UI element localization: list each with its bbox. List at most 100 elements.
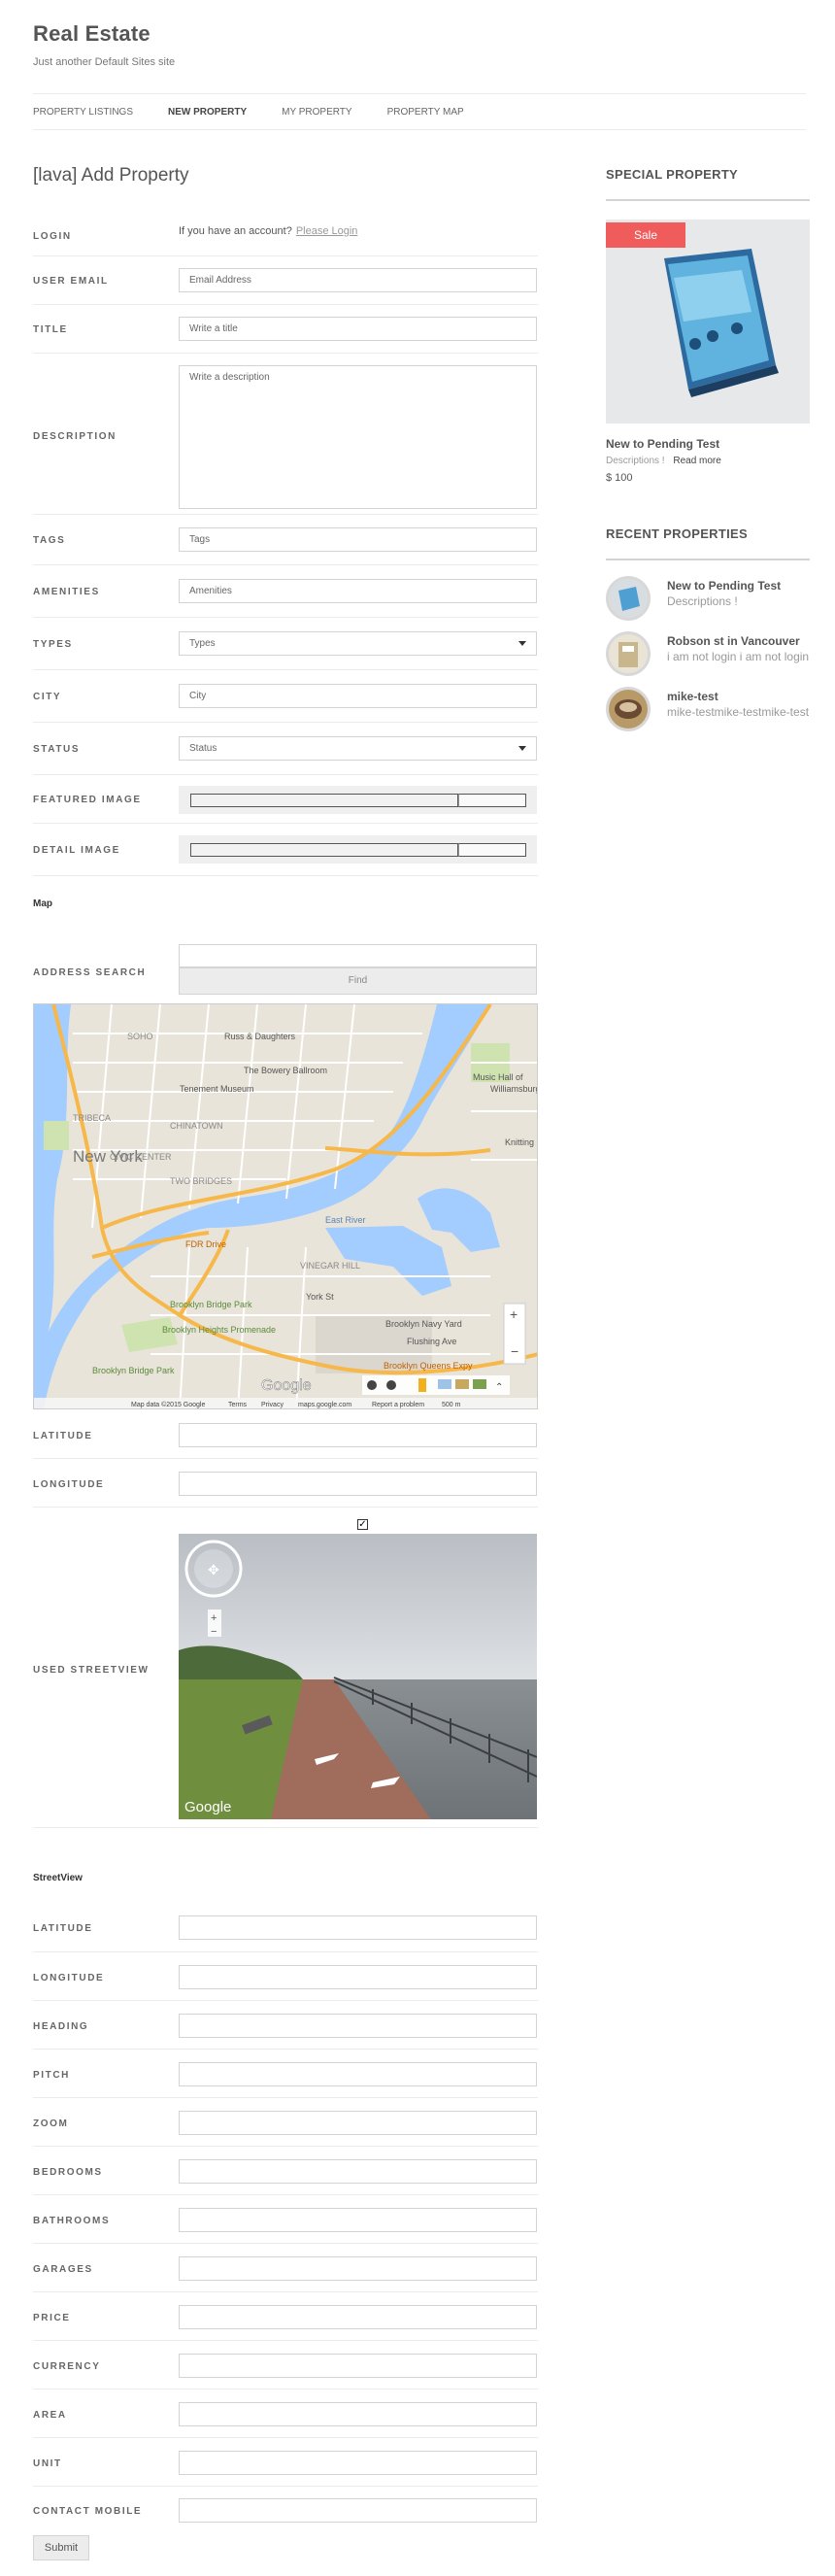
map-label-east-river: East River	[325, 1215, 366, 1225]
recent-property-title[interactable]: mike-test	[667, 690, 810, 703]
site-header: Real Estate Just another Default Sites s…	[33, 21, 806, 68]
email-field[interactable]: Email Address	[179, 268, 537, 292]
status-select[interactable]: Status	[179, 736, 537, 761]
login-link[interactable]: Please Login	[296, 225, 358, 237]
map-canvas: Russ & Daughters The Bowery Ballroom Ten…	[34, 1004, 538, 1408]
streetview-zoom-in-icon[interactable]: +	[211, 1612, 217, 1624]
nav-property-map[interactable]: PROPERTY MAP	[387, 107, 464, 118]
featured-image-browse-button[interactable]	[458, 794, 526, 807]
streetview-compass-icon[interactable]: ✥	[208, 1563, 219, 1578]
recent-property-item[interactable]: Robson st in Vancouver i am not login i …	[606, 631, 810, 678]
map-footer-report[interactable]: Report a problem	[372, 1402, 424, 1408]
contact-mobile-field[interactable]	[179, 2498, 537, 2523]
nav-property-listings[interactable]: PROPERTY LISTINGS	[33, 107, 133, 118]
map-layer-terrain-icon[interactable]	[473, 1379, 486, 1389]
garages-label: GARAGES	[33, 2264, 93, 2275]
special-property-image[interactable]	[606, 220, 810, 424]
sv-latitude-field[interactable]	[179, 1915, 537, 1940]
sale-badge: Sale	[606, 222, 685, 248]
nav-my-property[interactable]: MY PROPERTY	[282, 107, 351, 118]
bathrooms-field[interactable]	[179, 2208, 537, 2232]
main-nav: PROPERTY LISTINGS NEW PROPERTY MY PROPER…	[33, 93, 806, 130]
form-header: [lava] Add Property	[33, 165, 538, 186]
heading-label: HEADING	[33, 2021, 89, 2032]
zoom-field[interactable]	[179, 2111, 537, 2135]
map-label-brooklyn-bridge-park: Brooklyn Bridge Park	[170, 1300, 252, 1309]
map-layer-map-icon[interactable]	[438, 1379, 451, 1389]
recent-property-title[interactable]: New to Pending Test	[667, 579, 810, 593]
pitch-field[interactable]	[179, 2062, 537, 2086]
map-footer-terms[interactable]: Terms	[228, 1402, 248, 1408]
zoom-row: ZOOM	[33, 2098, 538, 2147]
login-label: LOGIN	[33, 231, 72, 242]
special-property-desc-line: Descriptions ! Read more	[606, 456, 810, 466]
detail-image-browse-button[interactable]	[458, 843, 526, 857]
recent-property-item[interactable]: New to Pending Test Descriptions !	[606, 576, 810, 623]
site-title[interactable]: Real Estate	[33, 21, 806, 47]
recent-properties-title: RECENT PROPERTIES	[606, 526, 748, 541]
sv-longitude-row: LONGITUDE	[33, 1952, 538, 2001]
price-field[interactable]	[179, 2305, 537, 2329]
map-label-tribeca: TRIBECA	[73, 1113, 111, 1123]
map-pegman-icon[interactable]	[418, 1378, 426, 1392]
map-footer-privacy[interactable]: Privacy	[261, 1402, 284, 1408]
login-text: If you have an account? Please Login	[179, 225, 358, 237]
special-property-name[interactable]: New to Pending Test	[606, 437, 810, 451]
map-zoom-in-icon[interactable]: +	[510, 1306, 518, 1322]
sv-longitude-label: LONGITUDE	[33, 1973, 105, 1983]
map-layer-satellite-icon[interactable]	[455, 1379, 469, 1389]
streetview-panorama[interactable]: ✥ + − Google	[179, 1534, 537, 1819]
used-streetview-label: USED STREETVIEW	[33, 1665, 150, 1676]
map-footer-link[interactable]: maps.google.com	[298, 1402, 351, 1408]
contact-mobile-label: CONTACT MOBILE	[33, 2506, 143, 2517]
latitude-label: LATITUDE	[33, 1431, 93, 1441]
streetview-zoom-out-icon[interactable]: −	[211, 1626, 217, 1638]
map-label-williamsburg: Williamsburg	[490, 1084, 538, 1094]
bathrooms-label: BATHROOMS	[33, 2216, 111, 2226]
pitch-row: PITCH	[33, 2050, 538, 2098]
map-help-icon[interactable]	[367, 1380, 377, 1390]
unit-field[interactable]	[179, 2451, 537, 2475]
address-search-input[interactable]	[179, 944, 537, 967]
types-select[interactable]: Types	[179, 631, 537, 656]
garages-field[interactable]	[179, 2256, 537, 2281]
heading-field[interactable]	[179, 2014, 537, 2038]
map-settings-icon[interactable]	[386, 1380, 396, 1390]
recent-property-title[interactable]: Robson st in Vancouver	[667, 634, 810, 648]
longitude-field[interactable]	[179, 1472, 537, 1496]
tags-field[interactable]: Tags	[179, 527, 537, 552]
map-zoom-out-icon[interactable]: −	[511, 1343, 518, 1359]
area-field[interactable]	[179, 2402, 537, 2426]
used-streetview-checkbox[interactable]: ✓	[357, 1519, 368, 1530]
property-map[interactable]: Russ & Daughters The Bowery Ballroom Ten…	[33, 1003, 538, 1409]
recent-property-item[interactable]: mike-test mike-testmike-testmike-test	[606, 687, 810, 733]
streetview-canvas: ✥ + − Google	[179, 1534, 537, 1819]
amenities-field[interactable]: Amenities	[179, 579, 537, 603]
bedrooms-row: BEDROOMS	[33, 2147, 538, 2195]
description-field[interactable]: Write a description	[179, 365, 537, 509]
featured-image-upload[interactable]	[179, 786, 537, 814]
map-type-toolbar[interactable]	[362, 1375, 510, 1395]
map-expand-icon[interactable]: ⌃	[495, 1382, 503, 1393]
map-label-vinegar-hill: VINEGAR HILL	[300, 1261, 360, 1271]
currency-field[interactable]	[179, 2354, 537, 2378]
title-field[interactable]: Write a title	[179, 317, 537, 341]
map-label-knitting: Knitting F	[505, 1137, 538, 1147]
description-row: DESCRIPTION Write a description	[33, 354, 538, 515]
site-description: Just another Default Sites site	[33, 56, 176, 68]
map-label-bowery-ballroom: The Bowery Ballroom	[244, 1066, 327, 1075]
nav-new-property[interactable]: NEW PROPERTY	[168, 107, 247, 118]
latitude-field[interactable]	[179, 1423, 537, 1447]
city-field[interactable]: City	[179, 684, 537, 708]
address-search-label: ADDRESS SEARCH	[33, 967, 147, 978]
map-label-fdr-drive: FDR Drive	[185, 1239, 226, 1249]
sv-latitude-row: LATITUDE	[33, 1902, 538, 1952]
sv-longitude-field[interactable]	[179, 1965, 537, 1989]
price-row: PRICE	[33, 2292, 538, 2341]
submit-button[interactable]: Submit	[33, 2535, 89, 2560]
detail-image-upload[interactable]	[179, 835, 537, 864]
special-property-price: $ 100	[606, 472, 633, 484]
find-button[interactable]: Find	[179, 967, 537, 995]
special-property-read-more[interactable]: Read more	[673, 456, 720, 466]
bedrooms-field[interactable]	[179, 2159, 537, 2184]
